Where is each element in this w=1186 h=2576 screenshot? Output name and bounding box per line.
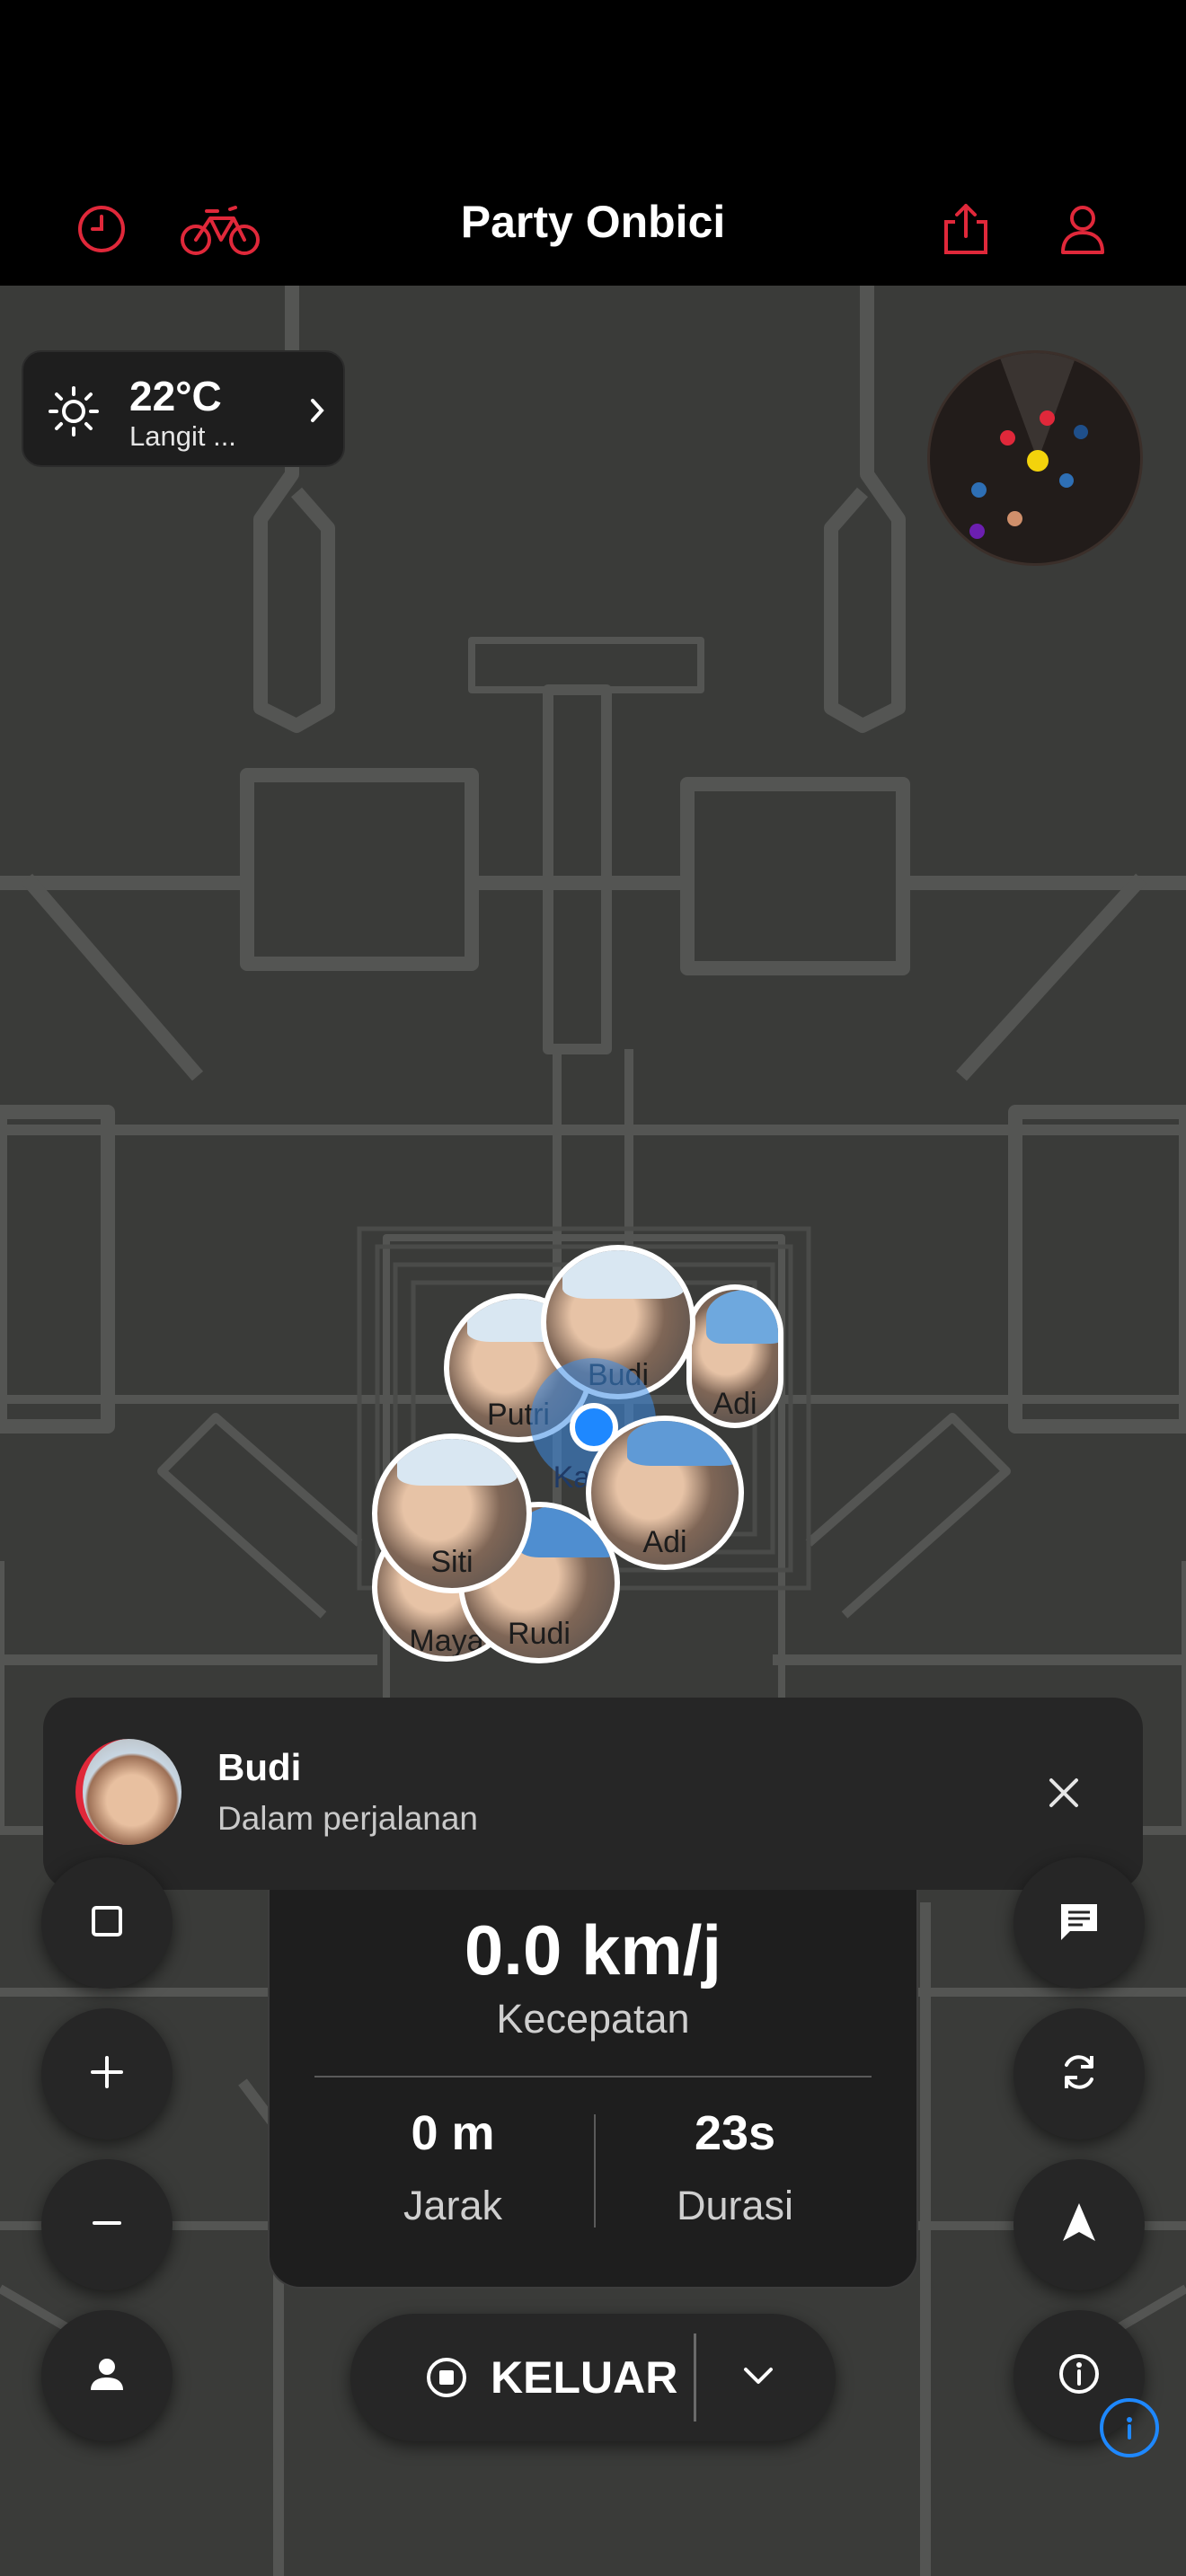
radar-dot <box>971 482 987 498</box>
top-bar: Party Onbici <box>0 171 1186 286</box>
helmet-shape <box>627 1421 739 1466</box>
share-icon[interactable] <box>934 198 997 260</box>
attribution-info-icon[interactable] <box>1100 2398 1159 2457</box>
stop-circle-icon[interactable] <box>424 2355 469 2404</box>
avatar <box>75 1739 181 1845</box>
duration-stat: 23s Durasi <box>591 2105 879 2229</box>
radar-dot <box>1059 473 1074 488</box>
rider-name: Rudi <box>508 1617 571 1651</box>
recenter-button[interactable] <box>1013 2159 1145 2290</box>
zoom-in-icon <box>89 2054 125 2095</box>
distance-label: Jarak <box>403 2183 503 2228</box>
stop-square-icon <box>89 1903 125 1944</box>
sync-button[interactable] <box>1013 2008 1145 2139</box>
rider-marker[interactable]: Siti <box>372 1434 532 1593</box>
sun-icon <box>47 384 101 438</box>
radar-dot-self <box>1027 450 1049 472</box>
person-icon <box>87 2354 127 2398</box>
speed-value: 0.0 km/j <box>464 1910 722 1989</box>
notification-status: Dalam perjalanan <box>217 1800 479 1837</box>
rider-name: Siti <box>430 1545 474 1579</box>
chevron-down-icon[interactable] <box>740 2362 776 2394</box>
divider <box>314 2076 872 2078</box>
exit-button[interactable]: KELUAR <box>491 2351 677 2404</box>
duration-value: 23s <box>694 2106 776 2160</box>
rider-notification[interactable]: Budi Dalam perjalanan <box>43 1698 1143 1890</box>
zoom-out-icon <box>89 2205 125 2245</box>
divider <box>694 2333 696 2422</box>
person-button[interactable] <box>41 2310 173 2441</box>
rider-name: Adi <box>712 1387 757 1421</box>
radar-dot <box>1007 511 1022 526</box>
profile-icon[interactable] <box>1051 198 1114 260</box>
info-icon <box>1058 2352 1101 2400</box>
weather-condition: Langit ... <box>129 420 236 452</box>
zoom-in-button[interactable] <box>41 2008 173 2139</box>
radar-dot <box>1074 425 1088 439</box>
status-bar-area <box>0 0 1186 171</box>
radar-dot <box>1000 430 1015 446</box>
distance-stat: 0 m Jarak <box>309 2105 597 2229</box>
helmet-shape <box>397 1439 518 1486</box>
distance-value: 0 m <box>411 2106 495 2160</box>
notification-rider-name: Budi <box>217 1746 302 1788</box>
sync-icon <box>1058 2051 1101 2098</box>
exit-ride-control: KELUAR <box>350 2314 836 2441</box>
helmet-shape <box>562 1250 685 1299</box>
helmet-shape <box>706 1290 778 1344</box>
close-icon[interactable] <box>1039 1768 1089 1818</box>
radar-dot <box>1040 410 1055 426</box>
app-title: Party Onbici <box>460 197 726 247</box>
weather-card[interactable]: 22°C Langit ... <box>22 350 345 467</box>
weather-temperature: 22°C <box>129 373 222 419</box>
rider-radar[interactable] <box>927 350 1143 566</box>
navigation-arrow-icon <box>1059 2201 1099 2249</box>
helmet-shape <box>518 1507 615 1557</box>
rider-marker[interactable]: Adi <box>686 1284 783 1428</box>
duration-label: Durasi <box>676 2183 794 2228</box>
speed-label: Kecepatan <box>496 1996 690 2042</box>
radar-dot <box>969 524 985 539</box>
chat-button[interactable] <box>1013 1857 1145 1989</box>
chat-icon <box>1058 1901 1101 1946</box>
chevron-right-icon <box>309 397 327 428</box>
ride-stats-panel: 0.0 km/j Kecepatan 0 m Jarak 23s Durasi <box>268 1890 918 2289</box>
stop-button[interactable] <box>41 1857 173 1989</box>
zoom-out-button[interactable] <box>41 2159 173 2290</box>
